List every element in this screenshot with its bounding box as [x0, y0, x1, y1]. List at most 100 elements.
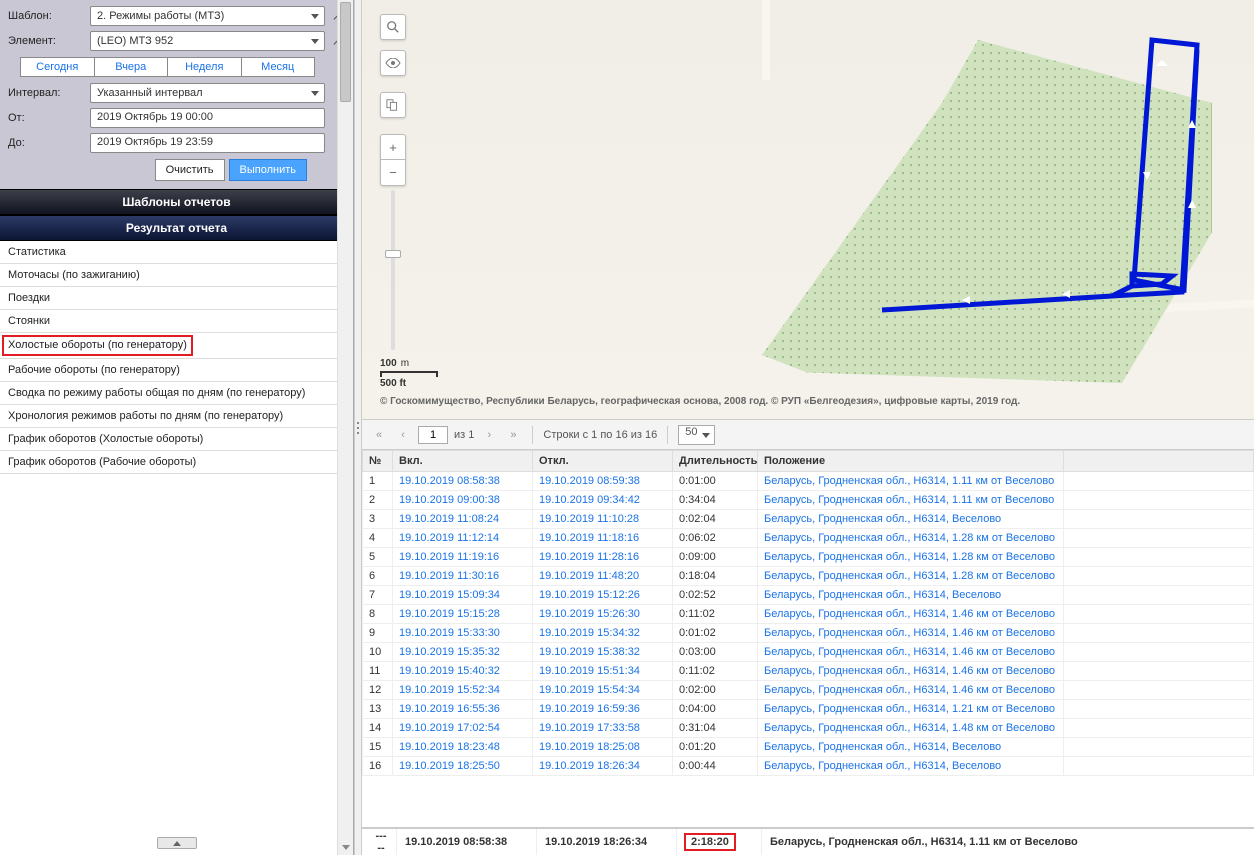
cell-pos[interactable]: Беларусь, Гродненская обл., Н6314, 1.28 …: [758, 567, 1064, 586]
table-row[interactable]: 1019.10.2019 15:35:3219.10.2019 15:38:32…: [363, 643, 1254, 662]
report-item[interactable]: Статистика: [0, 241, 353, 264]
cell-on[interactable]: 19.10.2019 15:15:28: [393, 605, 533, 624]
cell-pos[interactable]: Беларусь, Гродненская обл., Н6314, 1.21 …: [758, 700, 1064, 719]
cell-pos[interactable]: Беларусь, Гродненская обл., Н6314, Весел…: [758, 738, 1064, 757]
range-yesterday[interactable]: Вчера: [95, 57, 169, 77]
cell-on[interactable]: 19.10.2019 15:35:32: [393, 643, 533, 662]
table-row[interactable]: 319.10.2019 11:08:2419.10.2019 11:10:280…: [363, 510, 1254, 529]
to-input[interactable]: 2019 Октябрь 19 23:59: [90, 133, 325, 153]
zoom-in-button[interactable]: +: [380, 134, 406, 160]
range-month[interactable]: Месяц: [242, 57, 316, 77]
cell-off[interactable]: 19.10.2019 15:34:32: [533, 624, 673, 643]
table-row[interactable]: 419.10.2019 11:12:1419.10.2019 11:18:160…: [363, 529, 1254, 548]
table-row[interactable]: 1219.10.2019 15:52:3419.10.2019 15:54:34…: [363, 681, 1254, 700]
table-row[interactable]: 919.10.2019 15:33:3019.10.2019 15:34:320…: [363, 624, 1254, 643]
table-row[interactable]: 119.10.2019 08:58:3819.10.2019 08:59:380…: [363, 472, 1254, 491]
cell-off[interactable]: 19.10.2019 15:26:30: [533, 605, 673, 624]
th-dur[interactable]: Длительность: [673, 451, 758, 472]
section-result-header[interactable]: Результат отчета: [0, 215, 353, 241]
table-row[interactable]: 1619.10.2019 18:25:5019.10.2019 18:26:34…: [363, 757, 1254, 776]
cell-pos[interactable]: Беларусь, Гродненская обл., Н6314, 1.28 …: [758, 529, 1064, 548]
splitter-vertical[interactable]: [354, 0, 362, 855]
table-row[interactable]: 619.10.2019 11:30:1619.10.2019 11:48:200…: [363, 567, 1254, 586]
map[interactable]: + − 100m 500 ft © Госкомимущество, Респу…: [362, 0, 1254, 420]
cell-off[interactable]: 19.10.2019 11:48:20: [533, 567, 673, 586]
from-input[interactable]: 2019 Октябрь 19 00:00: [90, 108, 325, 128]
cell-pos[interactable]: Беларусь, Гродненская обл., Н6314, 1.28 …: [758, 548, 1064, 567]
collapse-handle[interactable]: [157, 837, 197, 849]
cell-on[interactable]: 19.10.2019 16:55:36: [393, 700, 533, 719]
cell-off[interactable]: 19.10.2019 15:51:34: [533, 662, 673, 681]
th-on[interactable]: Вкл.: [393, 451, 533, 472]
pager-pagesize-select[interactable]: 50: [678, 425, 714, 445]
cell-off[interactable]: 19.10.2019 15:12:26: [533, 586, 673, 605]
pager-prev-button[interactable]: ‹: [394, 426, 412, 444]
table-row[interactable]: 1119.10.2019 15:40:3219.10.2019 15:51:34…: [363, 662, 1254, 681]
cell-off[interactable]: 19.10.2019 11:18:16: [533, 529, 673, 548]
zoom-slider-track[interactable]: [391, 190, 395, 350]
report-item[interactable]: Рабочие обороты (по генератору): [0, 359, 353, 382]
zoom-slider-thumb[interactable]: [385, 250, 401, 258]
cell-pos[interactable]: Беларусь, Гродненская обл., Н6314, 1.11 …: [758, 472, 1064, 491]
table-row[interactable]: 1319.10.2019 16:55:3619.10.2019 16:59:36…: [363, 700, 1254, 719]
zoom-out-button[interactable]: −: [380, 160, 406, 186]
report-item[interactable]: График оборотов (Рабочие обороты): [0, 451, 353, 474]
cell-off[interactable]: 19.10.2019 11:28:16: [533, 548, 673, 567]
cell-on[interactable]: 19.10.2019 15:33:30: [393, 624, 533, 643]
table-row[interactable]: 1519.10.2019 18:23:4819.10.2019 18:25:08…: [363, 738, 1254, 757]
cell-on[interactable]: 19.10.2019 11:12:14: [393, 529, 533, 548]
cell-on[interactable]: 19.10.2019 09:00:38: [393, 491, 533, 510]
template-select[interactable]: 2. Режимы работы (МТЗ): [90, 6, 325, 26]
scrollbar-thumb[interactable]: [340, 2, 351, 102]
report-item[interactable]: Моточасы (по зажиганию): [0, 264, 353, 287]
cell-off[interactable]: 19.10.2019 18:26:34: [533, 757, 673, 776]
cell-on[interactable]: 19.10.2019 15:52:34: [393, 681, 533, 700]
table-row[interactable]: 1419.10.2019 17:02:5419.10.2019 17:33:58…: [363, 719, 1254, 738]
cell-pos[interactable]: Беларусь, Гродненская обл., Н6314, 1.46 …: [758, 662, 1064, 681]
report-item[interactable]: Поездки: [0, 287, 353, 310]
range-today[interactable]: Сегодня: [20, 57, 95, 77]
cell-off[interactable]: 19.10.2019 15:54:34: [533, 681, 673, 700]
cell-off[interactable]: 19.10.2019 15:38:32: [533, 643, 673, 662]
cell-pos[interactable]: Беларусь, Гродненская обл., Н6314, Весел…: [758, 586, 1064, 605]
scrollbar-down-icon[interactable]: [338, 839, 353, 855]
cell-on[interactable]: 19.10.2019 15:40:32: [393, 662, 533, 681]
cell-pos[interactable]: Беларусь, Гродненская обл., Н6314, 1.48 …: [758, 719, 1064, 738]
map-visibility-button[interactable]: [380, 50, 406, 76]
th-off[interactable]: Откл.: [533, 451, 673, 472]
cell-pos[interactable]: Беларусь, Гродненская обл., Н6314, 1.46 …: [758, 605, 1064, 624]
cell-pos[interactable]: Беларусь, Гродненская обл., Н6314, 1.11 …: [758, 491, 1064, 510]
cell-pos[interactable]: Беларусь, Гродненская обл., Н6314, 1.46 …: [758, 624, 1064, 643]
cell-off[interactable]: 19.10.2019 17:33:58: [533, 719, 673, 738]
th-no[interactable]: №: [363, 451, 393, 472]
cell-on[interactable]: 19.10.2019 08:58:38: [393, 472, 533, 491]
report-item[interactable]: График оборотов (Холостые обороты): [0, 428, 353, 451]
cell-off[interactable]: 19.10.2019 18:25:08: [533, 738, 673, 757]
table-row[interactable]: 519.10.2019 11:19:1619.10.2019 11:28:160…: [363, 548, 1254, 567]
clear-button[interactable]: Очистить: [155, 159, 225, 181]
cell-on[interactable]: 19.10.2019 11:19:16: [393, 548, 533, 567]
interval-select[interactable]: Указанный интервал: [90, 83, 325, 103]
table-row[interactable]: 819.10.2019 15:15:2819.10.2019 15:26:300…: [363, 605, 1254, 624]
pager-last-button[interactable]: »: [504, 426, 522, 444]
cell-on[interactable]: 19.10.2019 11:30:16: [393, 567, 533, 586]
th-pos[interactable]: Положение: [758, 451, 1064, 472]
map-layers-button[interactable]: [380, 92, 406, 118]
table-row[interactable]: 219.10.2019 09:00:3819.10.2019 09:34:420…: [363, 491, 1254, 510]
section-templates-header[interactable]: Шаблоны отчетов: [0, 189, 353, 215]
cell-off[interactable]: 19.10.2019 09:34:42: [533, 491, 673, 510]
table-row[interactable]: 719.10.2019 15:09:3419.10.2019 15:12:260…: [363, 586, 1254, 605]
cell-pos[interactable]: Беларусь, Гродненская обл., Н6314, Весел…: [758, 510, 1064, 529]
cell-on[interactable]: 19.10.2019 18:23:48: [393, 738, 533, 757]
map-search-button[interactable]: [380, 14, 406, 40]
cell-on[interactable]: 19.10.2019 18:25:50: [393, 757, 533, 776]
cell-on[interactable]: 19.10.2019 17:02:54: [393, 719, 533, 738]
report-item[interactable]: Стоянки: [0, 310, 353, 333]
pager-next-button[interactable]: ›: [480, 426, 498, 444]
report-item[interactable]: Холостые обороты (по генератору): [2, 335, 193, 356]
cell-off[interactable]: 19.10.2019 08:59:38: [533, 472, 673, 491]
cell-off[interactable]: 19.10.2019 16:59:36: [533, 700, 673, 719]
cell-pos[interactable]: Беларусь, Гродненская обл., Н6314, Весел…: [758, 757, 1064, 776]
element-select[interactable]: (LEO) МТЗ 952: [90, 31, 325, 51]
pager-first-button[interactable]: «: [370, 426, 388, 444]
